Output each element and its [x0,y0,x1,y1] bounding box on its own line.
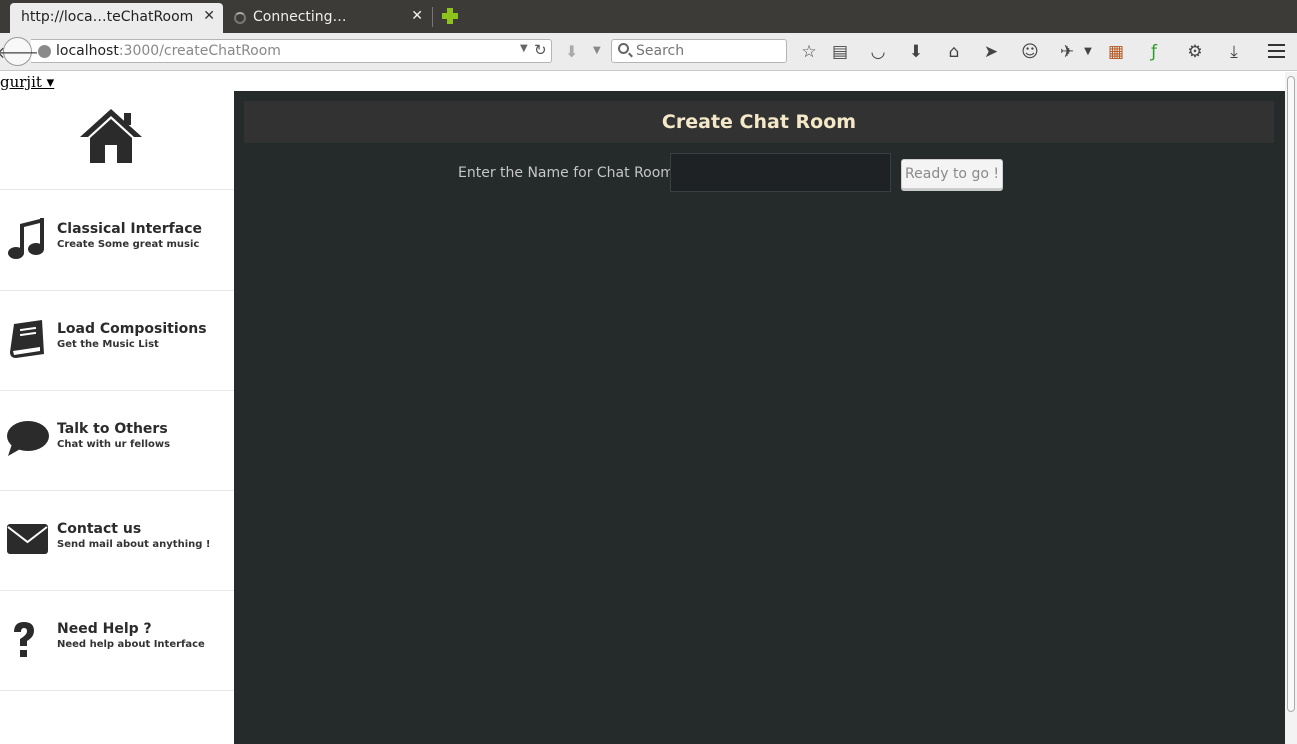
tab-strip: http://loca…teChatRoom ✕ Connecting… ✕ [0,0,1297,33]
book-icon [10,320,44,358]
sidebar-home[interactable] [0,91,234,190]
tab-title: http://loca…teChatRoom [21,9,194,25]
close-tab-icon[interactable]: ✕ [203,8,215,24]
ready-to-go-button[interactable]: Ready to go ! [901,159,1003,189]
flash-extension-icon[interactable]: ƒ [1143,41,1165,63]
nav-title: Contact us [57,521,142,537]
send-icon[interactable]: ➤ [980,41,1002,63]
url-bar[interactable]: localhost:3000/createChatRoom ▼ ↻ [31,39,552,63]
web-page: gurjit ▾ Classical Interface Create Some… [0,72,1285,744]
download-arrow-icon[interactable]: ⬇ [565,42,578,61]
sidebar: Classical Interface Create Some great mu… [0,91,234,744]
loading-spinner-icon [234,12,246,24]
search-input[interactable] [636,43,776,59]
reload-icon[interactable]: ↻ [534,41,547,59]
nav-title: Classical Interface [57,221,203,237]
nav-title: Talk to Others [57,421,168,437]
panel-header: Create Chat Room [244,101,1274,143]
tab-connecting[interactable]: Connecting… ✕ [226,3,431,33]
extension-icon[interactable]: ✈ [1056,41,1078,63]
chat-room-name-label: Enter the Name for Chat Room : [458,165,684,181]
downloads-icon[interactable]: ⬇ [905,41,927,63]
sidebar-item-load-compositions[interactable]: Load Compositions Get the Music List [0,291,234,391]
reading-list-icon[interactable]: ▤ [829,41,851,63]
tab-separator [432,7,433,27]
nav-subtitle: Chat with ur fellows [57,439,171,450]
back-arrow-icon: 🡐 [0,42,39,62]
close-tab-icon[interactable]: ✕ [411,8,423,24]
nav-title: Need Help ? [57,621,152,637]
question-icon [14,622,34,657]
new-tab-plus-icon[interactable] [440,6,460,26]
house-icon [80,109,142,163]
user-menu-link[interactable]: gurjit ▾ [0,73,54,91]
search-bar[interactable] [611,39,787,63]
scrollbar-thumb[interactable] [1287,76,1295,712]
music-note-icon [8,218,44,259]
tab-create-chat-room[interactable]: http://loca…teChatRoom ✕ [10,3,223,33]
nav-subtitle: Create Some great music [57,239,200,250]
sidebar-item-contact-us[interactable]: Contact us Send mail about anything ! [0,491,234,591]
search-icon [618,43,629,54]
url-path: :3000/createChatRoom [118,43,281,59]
globe-icon [38,45,51,58]
url-text[interactable]: localhost:3000/createChatRoom [56,43,281,59]
bookmark-star-icon[interactable]: ☆ [798,41,820,63]
back-button[interactable]: 🡐 [0,37,39,66]
chat-icon[interactable]: ☺ [1019,41,1041,63]
page-title: Create Chat Room [661,111,857,133]
video-reel-icon[interactable]: ⚙ [1184,41,1206,63]
pocket-icon[interactable]: ◡ [867,41,889,63]
tab-title: Connecting… [253,9,347,25]
sidebar-item-classical-interface[interactable]: Classical Interface Create Some great mu… [0,191,234,291]
main-panel: Create Chat Room Enter the Name for Chat… [234,91,1285,744]
sidebar-item-need-help[interactable]: Need Help ? Need help about Interface [0,591,234,691]
vertical-scrollbar[interactable] [1285,72,1297,744]
film-extension-icon[interactable]: ▦ [1105,41,1127,63]
nav-subtitle: Need help about Interface [57,639,205,650]
nav-subtitle: Send mail about anything ! [57,539,211,550]
envelope-icon [7,524,48,554]
chat-bubble-icon [7,421,49,456]
history-dropdown-icon[interactable]: ▼ [520,43,528,54]
save-download-icon[interactable]: ⤓ [1223,41,1245,63]
nav-title: Load Compositions [57,321,207,337]
nav-subtitle: Get the Music List [57,339,159,350]
home-icon[interactable]: ⌂ [943,41,965,63]
dropdown-icon[interactable]: ▼ [1077,41,1099,63]
url-host: localhost [56,43,119,59]
navigation-toolbar: localhost:3000/createChatRoom ▼ ↻ 🡐 ⬇ ▼ … [0,33,1297,71]
dropdown-icon[interactable]: ▼ [593,45,601,56]
sidebar-item-talk-to-others[interactable]: Talk to Others Chat with ur fellows [0,391,234,491]
hamburger-menu-icon[interactable] [1268,44,1285,59]
chat-room-name-input[interactable] [670,153,891,192]
